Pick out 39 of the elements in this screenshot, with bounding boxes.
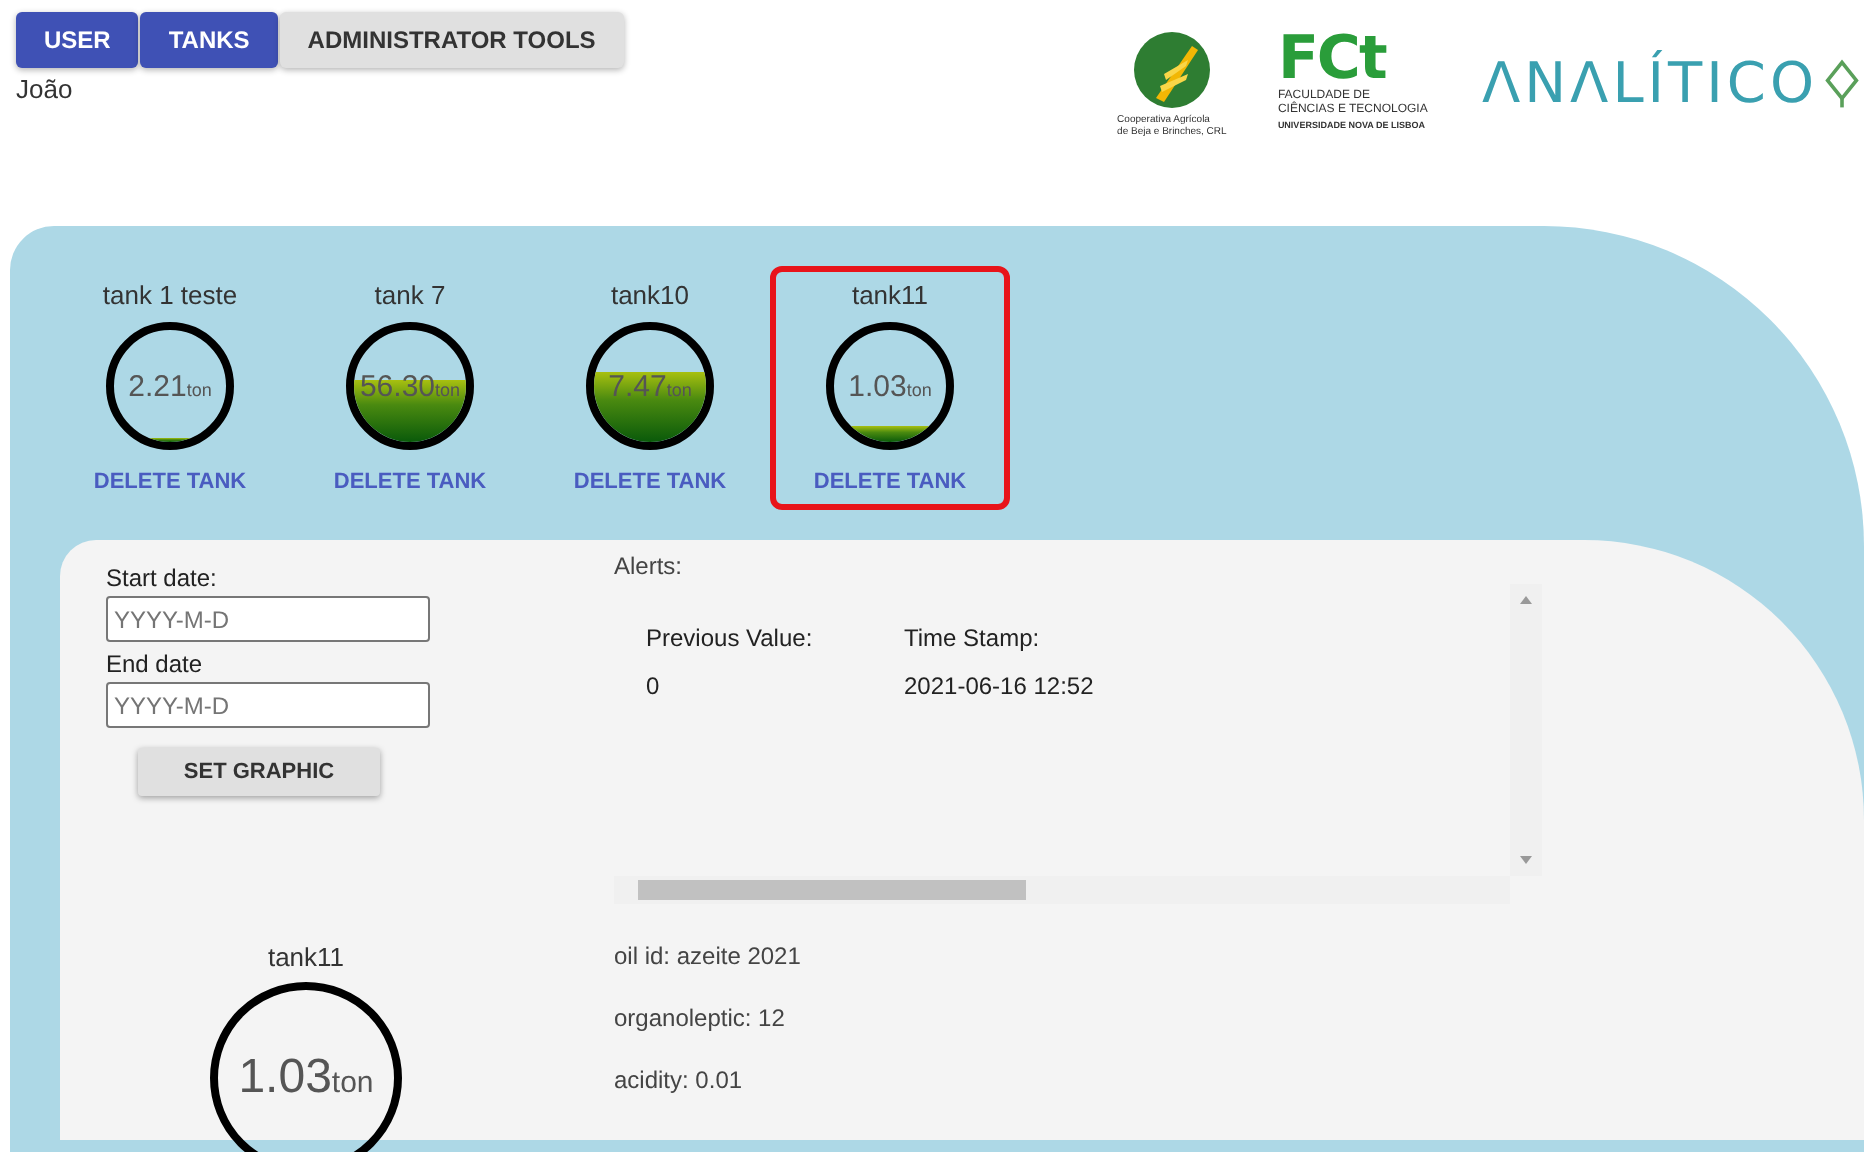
horizontal-scrollbar[interactable] — [614, 876, 1510, 904]
tank-amount: 1.03ton — [238, 1050, 374, 1106]
logo-wordmark: ΛNΛLÍTICO — [1481, 50, 1818, 116]
tank-amount: 56.30ton — [359, 369, 461, 403]
field-label: Start date: — [106, 564, 217, 592]
table-cell-text: 2021-06-16 12:52 — [904, 672, 1096, 700]
info-text: acidity: 0.01 — [614, 1066, 745, 1094]
tank-name: tank 7 — [374, 280, 446, 310]
nav-tab[interactable]: ADMINISTRATOR TOOLS — [279, 12, 624, 68]
tank-amount: 1.03ton — [848, 369, 932, 403]
tank-name: tank10 — [610, 280, 690, 310]
column-header: Time Stamp: — [904, 624, 1042, 652]
column-header: Previous Value: — [646, 624, 815, 652]
selected-tank-card[interactable]: tank11 1.03ton DELETE TANK — [770, 266, 1010, 510]
liquid-fill — [594, 372, 706, 442]
tank-name: tank11 — [851, 280, 929, 310]
delete-tank-button[interactable]: DELETE TANK — [805, 466, 975, 498]
date-field[interactable]: YYYY-M-D — [106, 682, 430, 728]
vertical-scrollbar[interactable] — [1510, 584, 1542, 876]
info-text: organoleptic: 12 — [614, 1004, 787, 1032]
tank-name: tank 1 teste — [102, 280, 238, 310]
set-graphic-button[interactable]: SET GRAPHIC — [138, 748, 380, 796]
field-label: End date — [106, 650, 203, 678]
leaf-icon — [1824, 57, 1860, 109]
tank-amount: 7.47ton — [608, 369, 692, 403]
nav-tab[interactable]: TANKS — [140, 12, 278, 68]
logo-wordmark: FCt — [1277, 30, 1389, 90]
nav-tab[interactable]: USER — [16, 12, 139, 68]
table-cell-text: 0 — [646, 672, 662, 700]
alerts-title: Alerts: — [614, 552, 685, 580]
leaf-logo-icon — [1131, 30, 1212, 110]
tank-amount: 2.21ton — [128, 369, 212, 403]
delete-tank-button[interactable]: DELETE TANK — [565, 466, 735, 498]
tank-name: tank11 — [267, 942, 345, 972]
date-field[interactable]: YYYY-M-D — [106, 596, 430, 642]
delete-tank-button[interactable]: DELETE TANK — [85, 466, 255, 498]
user-name: João — [16, 74, 75, 104]
delete-tank-button[interactable]: DELETE TANK — [325, 466, 495, 498]
info-text: oil id: azeite 2021 — [614, 942, 801, 970]
